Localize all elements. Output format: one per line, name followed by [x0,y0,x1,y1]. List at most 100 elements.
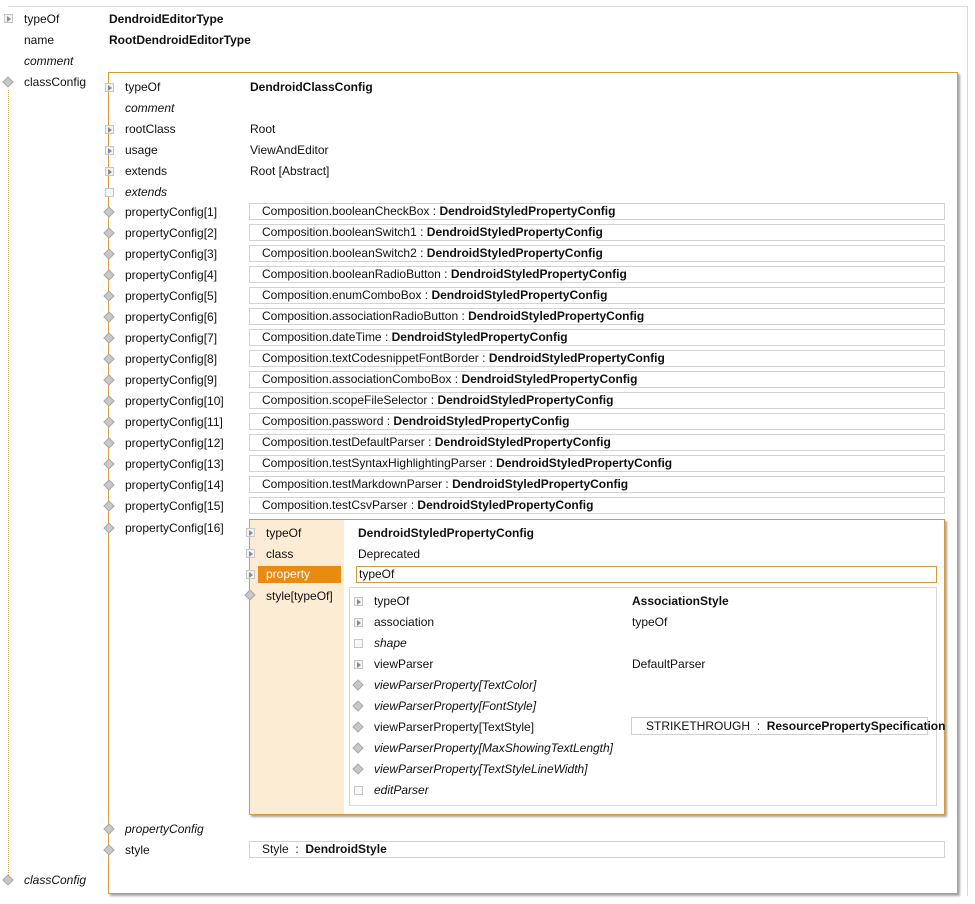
empty-square-icon[interactable] [105,188,114,197]
property-config-reference-box[interactable]: Composition.textCodesnippetFontBorder : … [249,350,945,367]
property-config-name: Composition.booleanSwitch1 [262,225,417,239]
ref-separator: : [427,393,438,407]
expand-triangle-icon[interactable] [105,146,114,155]
property-config-reference-box[interactable]: Composition.enumComboBox : DendroidStyle… [249,287,945,304]
property-config-type: DendroidStyledPropertyConfig [468,309,645,323]
property-config-label: propertyConfig[11] [125,415,223,429]
expand-triangle-icon[interactable] [105,167,114,176]
expand-triangle-icon[interactable] [105,83,114,92]
ref-separator: : [381,330,392,344]
property-config-name: Composition.testMarkdownParser [262,477,443,491]
cc-typeof-label: typeOf [125,80,161,94]
style-ref-name: Style [262,842,289,856]
property-config-name: Composition.testCsvParser [262,498,408,512]
root-typeof-value[interactable]: DendroidEditorType [109,11,223,27]
association-style-label[interactable]: viewParserProperty[TextStyleLineWidth] [374,761,588,777]
association-style-label[interactable]: shape [374,635,407,651]
ref-separator: : [440,267,451,281]
cc-extends-value[interactable]: Root [Abstract] [250,163,329,179]
property-config-label: propertyConfig[5] [125,289,218,303]
cc-rootclass-value[interactable]: Root [250,121,275,137]
ref-separator: : [486,456,497,470]
empty-square-icon[interactable] [354,639,363,648]
expand-triangle-icon[interactable] [105,125,114,134]
expand-triangle-icon[interactable] [354,618,363,627]
association-style-value[interactable]: DefaultParser [632,656,705,672]
ref-separator: : [416,246,427,260]
sc-property-label: property [266,567,311,581]
property-config-name: Composition.password [262,414,384,428]
expand-triangle-icon[interactable] [246,570,255,579]
property-config-name: Composition.dateTime [262,330,382,344]
property-config-reference-box[interactable]: Composition.testMarkdownParser : Dendroi… [249,476,945,493]
sc-property-input[interactable]: typeOf [356,566,937,583]
expand-triangle-icon[interactable] [354,597,363,606]
property-config-name: Composition.associationRadioButton [262,309,459,323]
ref-separator: : [383,414,394,428]
property-config-reference-box[interactable]: Composition.associationComboBox : Dendro… [249,371,945,388]
sc-style-label: style[typeOf] [266,589,333,603]
property-config-reference-box[interactable]: Composition.dateTime : DendroidStyledPro… [249,329,945,346]
property-config-type: DendroidStyledPropertyConfig [437,393,614,407]
root-classconfig-tail-label[interactable]: classConfig [24,872,86,888]
sc-property-label-selected[interactable]: property [258,566,341,583]
property-config-label: propertyConfig[10] [125,394,224,408]
style-ref-type: DendroidStyle [305,842,387,856]
property-config-reference-box[interactable]: Composition.password : DendroidStyledPro… [249,413,945,430]
root-comment-label[interactable]: comment [24,53,73,69]
association-style-value[interactable]: AssociationStyle [632,593,729,609]
property-config-reference-box[interactable]: Composition.booleanSwitch2 : DendroidSty… [249,245,945,262]
cc-extends2-label[interactable]: extends [125,184,167,200]
property-config-type: DendroidStyledPropertyConfig [496,456,673,470]
property-config-label: propertyConfig[8] [125,352,218,366]
property-config-reference-box[interactable]: Composition.testCsvParser : DendroidStyl… [249,497,945,514]
property-config-reference-box[interactable]: Composition.booleanSwitch1 : DendroidSty… [249,224,945,241]
cc-propertyconfig-tail-label[interactable]: propertyConfig [125,821,204,837]
property-config-type: DendroidStyledPropertyConfig [488,351,665,365]
property-config-type: DendroidStyledPropertyConfig [426,225,603,239]
cc-usage-value[interactable]: ViewAndEditor [250,142,329,158]
empty-square-icon[interactable] [354,786,363,795]
property-config-label: propertyConfig[3] [125,247,218,261]
property-config-name: Composition.enumComboBox [262,288,422,302]
property-config-label: propertyConfig[6] [125,310,218,324]
association-style-value[interactable]: typeOf [632,614,667,630]
textstyle-reference-box[interactable]: STRIKETHROUGH : ResourcePropertySpecific… [631,717,945,735]
property-config-label: propertyConfig[15] [125,499,224,513]
expand-triangle-icon[interactable] [354,660,363,669]
ref-separator: : [429,204,440,218]
ref-separator: : [407,498,418,512]
root-name-value[interactable]: RootDendroidEditorType [109,32,251,48]
sc-class-value[interactable]: Deprecated [358,546,420,562]
cc-style-label: style [125,843,150,857]
sc-typeof-value[interactable]: DendroidStyledPropertyConfig [358,525,534,541]
property-config-type: DendroidStyledPropertyConfig [391,330,568,344]
association-style-label[interactable]: viewParserProperty[FontStyle] [374,698,536,714]
property-config-label: propertyConfig[7] [125,331,218,345]
cc-typeof-value[interactable]: DendroidClassConfig [250,79,373,95]
association-style-label[interactable]: editParser [374,782,429,798]
property-config-reference-box[interactable]: Composition.booleanRadioButton : Dendroi… [249,266,945,283]
expand-triangle-icon[interactable] [246,528,255,537]
property-config-reference-box[interactable]: Composition.testDefaultParser : Dendroid… [249,434,945,451]
property-config-name: Composition.booleanCheckBox [262,204,430,218]
expand-triangle-icon[interactable] [4,14,13,23]
property-config-reference-box[interactable]: Composition.booleanCheckBox : DendroidSt… [249,203,945,220]
property-config-reference-box[interactable]: Composition.scopeFileSelector : Dendroid… [249,392,945,409]
association-style-label: association [374,615,435,629]
property-config-type: DendroidStyledPropertyConfig [393,414,570,428]
ref-separator: : [442,477,453,491]
ref-separator: : [292,842,303,856]
expand-triangle-icon[interactable] [246,549,255,558]
property-config-reference-box[interactable]: Composition.testSyntaxHighlightingParser… [249,455,945,472]
sc-property-value: typeOf [359,567,395,581]
association-style-label[interactable]: viewParserProperty[TextColor] [374,677,536,693]
property-config-reference-box[interactable]: Composition.associationRadioButton : Den… [249,308,945,325]
association-style-label[interactable]: viewParserProperty[MaxShowingTextLength] [374,740,613,756]
property-config-type: DendroidStyledPropertyConfig [452,477,629,491]
property-config-type: DendroidStyledPropertyConfig [431,288,608,302]
property-config-type: DendroidStyledPropertyConfig [439,204,616,218]
textstyle-ref-name: STRIKETHROUGH [646,719,751,733]
style-reference-box[interactable]: Style : DendroidStyle [249,841,945,858]
cc-comment-label[interactable]: comment [125,100,174,116]
